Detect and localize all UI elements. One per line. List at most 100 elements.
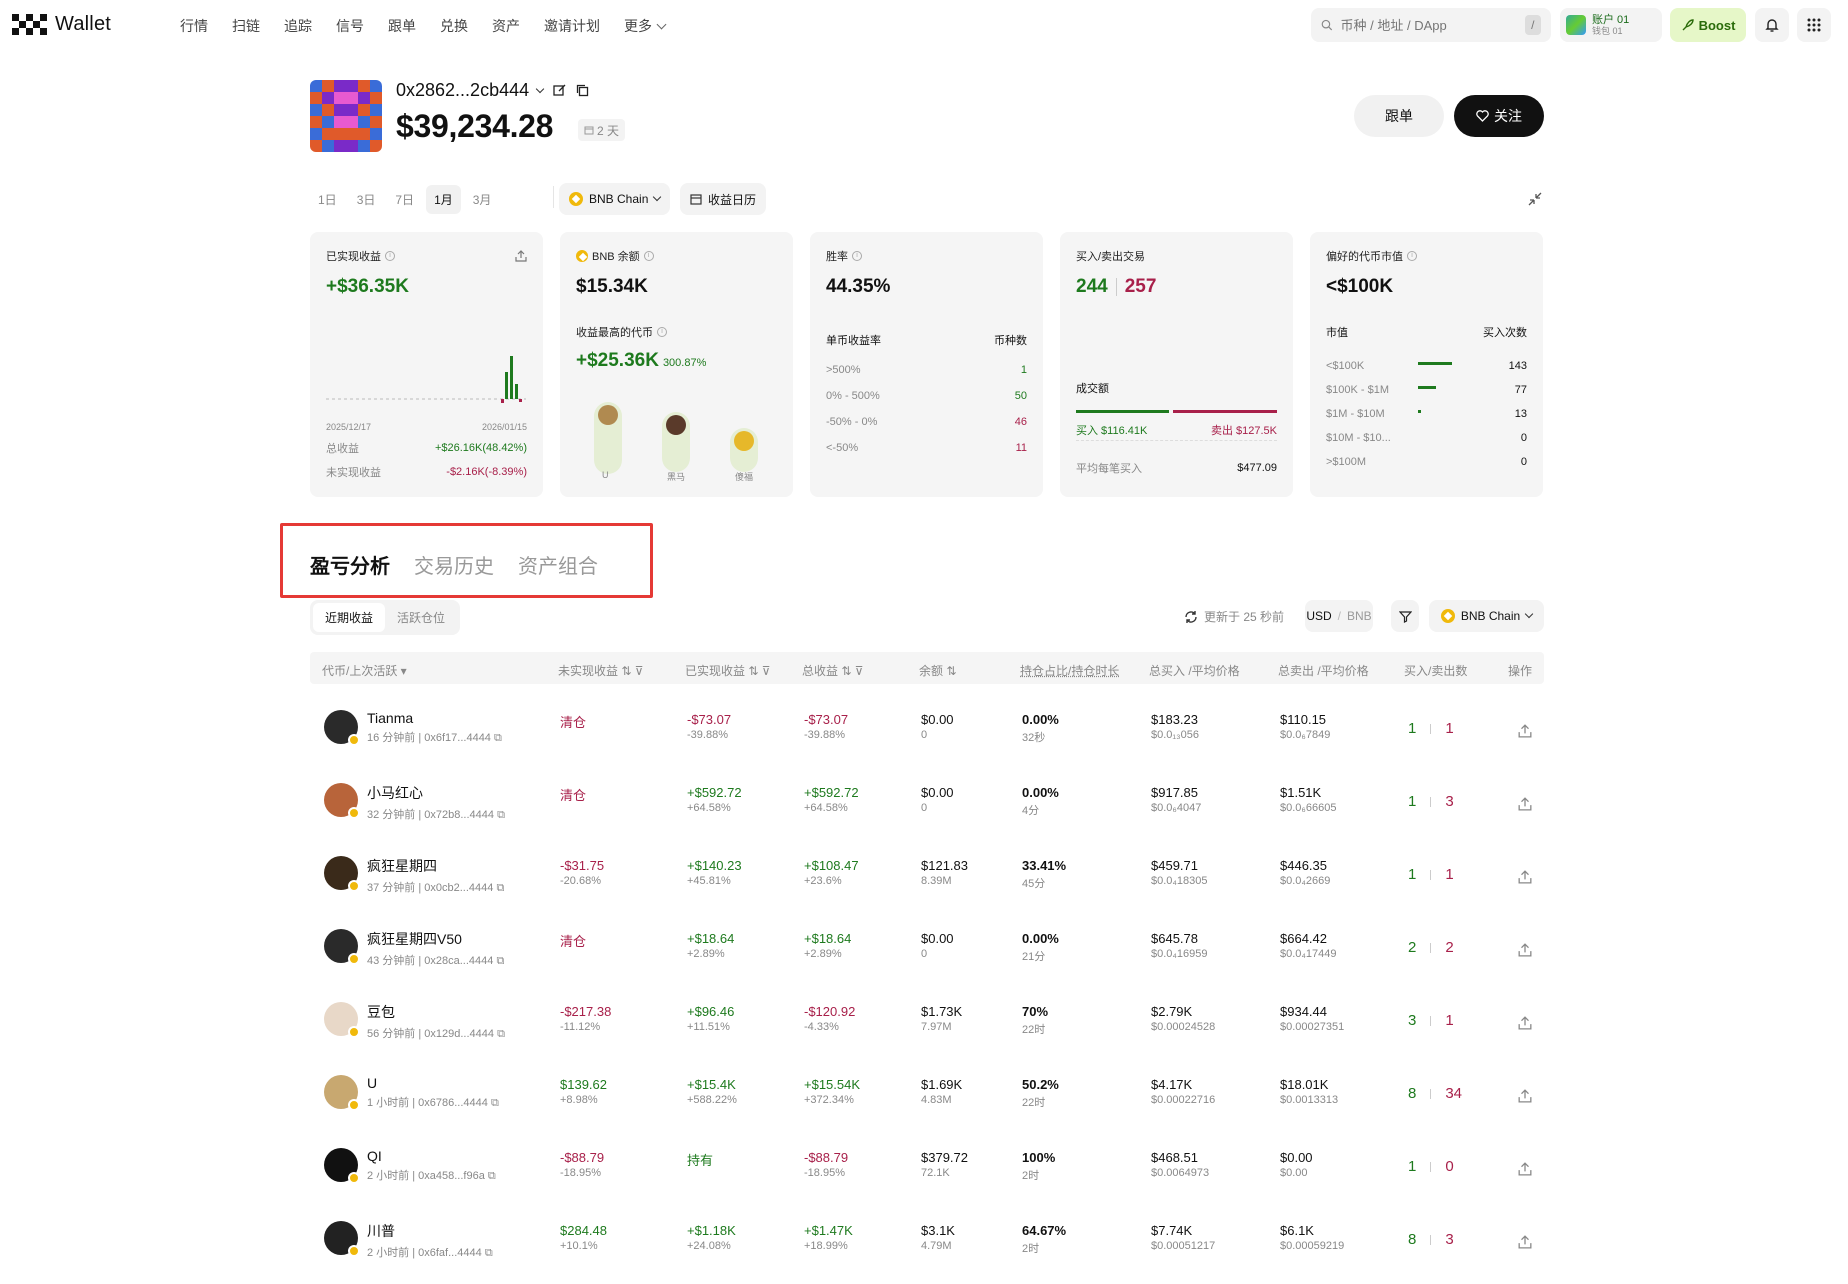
- col-total-sell[interactable]: 总卖出 /平均价格: [1278, 662, 1369, 679]
- share-icon[interactable]: [1518, 870, 1532, 884]
- share-icon[interactable]: [1518, 797, 1532, 811]
- period-3d[interactable]: 3日: [349, 185, 384, 214]
- copy-icon[interactable]: ⧉: [497, 809, 505, 821]
- apps-menu-button[interactable]: [1797, 8, 1831, 42]
- copy-icon[interactable]: [576, 84, 589, 97]
- copy-icon[interactable]: ⧉: [497, 1028, 505, 1040]
- col-total-buy[interactable]: 总买入 /平均价格: [1149, 662, 1240, 679]
- col-token[interactable]: 代币/上次活跃 ▾: [322, 662, 407, 679]
- tab-pnl-analysis[interactable]: 盈亏分析: [310, 550, 390, 579]
- table-row[interactable]: 疯狂星期四V50 43 分钟前 | 0x28ca...4444 ⧉ 清仓 +$18.6…: [310, 919, 1544, 992]
- table-row[interactable]: QI 2 小时前 | 0xa458...f96a ⧉ -$88.79 -18.95% 持…: [310, 1138, 1544, 1211]
- col-balance[interactable]: 余额 ⇅: [919, 662, 956, 679]
- chart-bar: [501, 399, 504, 403]
- notifications-button[interactable]: [1755, 8, 1789, 42]
- currency-bnb[interactable]: BNB: [1347, 609, 1372, 623]
- share-icon[interactable]: [1518, 943, 1532, 957]
- period-1m[interactable]: 1月: [426, 185, 461, 214]
- token-activity: 43 分钟前 | 0x28ca...4444 ⧉: [367, 955, 505, 967]
- token-cell[interactable]: QI 2 小时前 | 0xa458...f96a ⧉: [367, 1148, 496, 1183]
- mcap-row: >$100M 0: [1326, 450, 1527, 474]
- col-total[interactable]: 总收益 ⇅ ⊽: [802, 662, 864, 679]
- table-row[interactable]: Tianma 16 分钟前 | 0x6f17...4444 ⧉ 清仓 -$73.07-…: [310, 700, 1544, 773]
- currency-toggle[interactable]: USD / BNB: [1305, 600, 1373, 632]
- share-icon[interactable]: [515, 250, 527, 262]
- period-3m[interactable]: 3月: [465, 185, 500, 214]
- info-icon[interactable]: i: [643, 251, 654, 261]
- share-icon[interactable]: [1518, 1089, 1532, 1103]
- boost-button[interactable]: Boost: [1670, 8, 1746, 42]
- subtab-active-positions[interactable]: 活跃仓位: [385, 603, 457, 632]
- nav-item-market[interactable]: 行情: [180, 16, 208, 36]
- share-icon[interactable]: [1518, 1162, 1532, 1176]
- chevron-down-icon[interactable]: [535, 84, 545, 93]
- copy-icon[interactable]: ⧉: [496, 955, 504, 967]
- token-cell[interactable]: 小马红心 32 分钟前 | 0x72b8...4444 ⧉: [367, 783, 505, 822]
- refresh-icon[interactable]: [1184, 610, 1198, 624]
- account-switcher[interactable]: 账户 01 钱包 01: [1560, 8, 1662, 42]
- search-box[interactable]: /: [1311, 8, 1551, 42]
- table-row[interactable]: 豆包 56 分钟前 | 0x129d...4444 ⧉ -$217.38 -11.12…: [310, 992, 1544, 1065]
- table-row[interactable]: 川普 2 小时前 | 0x6faf...4444 ⧉ $284.48 +10.1% +$…: [310, 1211, 1544, 1284]
- copy-trade-button[interactable]: 跟单: [1354, 95, 1444, 137]
- table-row[interactable]: 小马红心 32 分钟前 | 0x72b8...4444 ⧉ 清仓 +$592.72 +6…: [310, 773, 1544, 846]
- token-name[interactable]: 疯狂星期四V50: [367, 929, 504, 949]
- token-name[interactable]: 疯狂星期四: [367, 856, 504, 876]
- period-1d[interactable]: 1日: [310, 185, 345, 214]
- token-cell[interactable]: U 1 小时前 | 0x6786...4444 ⧉: [367, 1075, 499, 1110]
- info-icon[interactable]: i: [1407, 251, 1417, 261]
- profit-calendar-button[interactable]: 收益日历: [680, 183, 767, 215]
- col-unrealized[interactable]: 未实现收益 ⇅ ⊽: [558, 662, 644, 679]
- table-chain-selector[interactable]: BNB Chain: [1429, 600, 1544, 632]
- copy-icon[interactable]: ⧉: [488, 1170, 496, 1182]
- copy-icon[interactable]: ⧉: [485, 1247, 493, 1259]
- info-icon[interactable]: i: [385, 251, 395, 261]
- token-cell[interactable]: 豆包 56 分钟前 | 0x129d...4444 ⧉: [367, 1002, 505, 1041]
- table-row[interactable]: U 1 小时前 | 0x6786...4444 ⧉ $139.62 +8.98% +$1…: [310, 1065, 1544, 1138]
- token-name[interactable]: 川普: [367, 1221, 493, 1241]
- token-name[interactable]: 豆包: [367, 1002, 505, 1022]
- filter-button[interactable]: [1391, 600, 1419, 632]
- info-icon[interactable]: i: [852, 251, 862, 261]
- okx-logo[interactable]: Wallet: [12, 13, 111, 36]
- collapse-icon[interactable]: [1527, 191, 1543, 207]
- follow-button[interactable]: 关注: [1454, 95, 1544, 137]
- period-7d[interactable]: 7日: [387, 185, 422, 214]
- copy-icon[interactable]: ⧉: [496, 882, 504, 894]
- tab-portfolio[interactable]: 资产组合: [518, 550, 598, 579]
- chain-selector[interactable]: BNB Chain: [559, 183, 671, 215]
- nav-item-signal[interactable]: 信号: [336, 16, 364, 36]
- share-icon[interactable]: [1518, 1016, 1532, 1030]
- search-input[interactable]: [1340, 17, 1517, 33]
- copy-icon[interactable]: ⧉: [491, 1097, 499, 1109]
- nav-item-track[interactable]: 追踪: [284, 16, 312, 36]
- nav-item-invite[interactable]: 邀请计划: [544, 16, 600, 36]
- mcap-row: <$100K 143: [1326, 354, 1527, 378]
- col-holding[interactable]: 持仓占比/持仓时长: [1020, 662, 1119, 679]
- currency-usd[interactable]: USD: [1306, 609, 1331, 623]
- token-name[interactable]: Tianma: [367, 710, 502, 726]
- nav-item-swap[interactable]: 兑换: [440, 16, 468, 36]
- range-count: 50: [1014, 390, 1027, 402]
- token-cell[interactable]: 川普 2 小时前 | 0x6faf...4444 ⧉: [367, 1221, 493, 1260]
- copy-icon[interactable]: ⧉: [494, 732, 502, 744]
- subtab-recent-profit[interactable]: 近期收益: [313, 603, 386, 632]
- token-cell[interactable]: 疯狂星期四 37 分钟前 | 0x0cb2...4444 ⧉: [367, 856, 504, 895]
- nav-item-copy[interactable]: 跟单: [388, 16, 416, 36]
- table-row[interactable]: 疯狂星期四 37 分钟前 | 0x0cb2...4444 ⧉ -$31.75 -20.…: [310, 846, 1544, 919]
- token-cell[interactable]: Tianma 16 分钟前 | 0x6f17...4444 ⧉: [367, 710, 502, 745]
- share-icon[interactable]: [1518, 1235, 1532, 1249]
- nav-item-scan[interactable]: 扫链: [232, 16, 260, 36]
- token-name[interactable]: 小马红心: [367, 783, 505, 803]
- chart-bar: [505, 372, 508, 399]
- info-icon[interactable]: i: [657, 327, 667, 337]
- nav-item-more[interactable]: 更多: [624, 16, 665, 36]
- token-cell[interactable]: 疯狂星期四V50 43 分钟前 | 0x28ca...4444 ⧉: [367, 929, 504, 968]
- nav-item-assets[interactable]: 资产: [492, 16, 520, 36]
- token-name[interactable]: U: [367, 1075, 499, 1091]
- col-realized[interactable]: 已实现收益 ⇅ ⊽: [685, 662, 771, 679]
- token-name[interactable]: QI: [367, 1148, 496, 1164]
- share-icon[interactable]: [1518, 724, 1532, 738]
- edit-icon[interactable]: [553, 84, 566, 97]
- tab-trade-history[interactable]: 交易历史: [414, 550, 494, 579]
